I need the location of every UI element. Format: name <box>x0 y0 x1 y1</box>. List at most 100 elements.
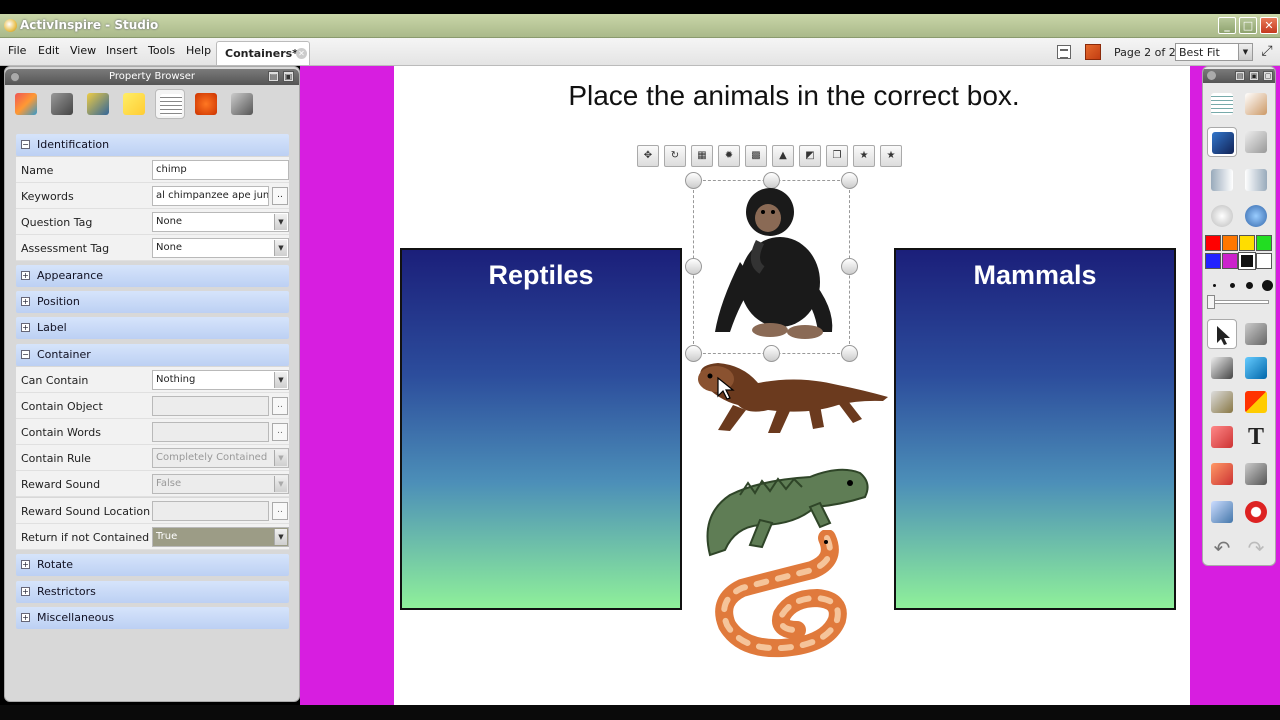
page-browser-tab[interactable] <box>11 89 41 119</box>
section-container[interactable]: − Container <box>16 344 289 366</box>
reset-page-tool[interactable] <box>1241 497 1271 527</box>
color-swatch-orange[interactable] <box>1222 235 1238 251</box>
notes-browser-tab[interactable] <box>119 89 149 119</box>
section-position[interactable]: + Position <box>16 291 289 313</box>
grid-icon[interactable]: ▦ <box>691 145 713 167</box>
menu-insert[interactable]: Insert <box>106 44 138 57</box>
resource-browser-tab[interactable] <box>47 89 77 119</box>
favourite-icon[interactable]: ★ <box>853 145 875 167</box>
page-list-icon[interactable] <box>1057 45 1071 59</box>
doc-tab-containers[interactable]: Containers* ✕ <box>216 41 310 65</box>
menu-edit[interactable]: Edit <box>38 44 59 57</box>
instruction-text[interactable]: Place the animals in the correct box. <box>494 80 1094 112</box>
can-contain-select[interactable]: Nothing ▼ <box>152 370 289 390</box>
voting-browser-tab[interactable] <box>227 89 257 119</box>
web-browser-tool[interactable] <box>1241 201 1271 231</box>
zoom-select[interactable]: Best Fit ▼ <box>1175 43 1253 61</box>
rotate-icon[interactable]: ↻ <box>664 145 686 167</box>
menu-view[interactable]: View <box>70 44 96 57</box>
pen-size-2[interactable] <box>1230 283 1235 288</box>
contain-object-browse-button[interactable]: .. <box>272 397 288 415</box>
object-browser-tab[interactable] <box>83 89 113 119</box>
mammals-container[interactable]: Mammals <box>894 248 1176 610</box>
color-swatch-purple[interactable] <box>1222 253 1238 269</box>
reward-sound-location-input[interactable] <box>152 501 269 521</box>
clear-tool[interactable] <box>1207 497 1237 527</box>
tab-close-icon[interactable]: ✕ <box>296 48 307 59</box>
panel-close-icon[interactable]: ▣ <box>283 71 294 82</box>
image-icon[interactable]: ▲ <box>772 145 794 167</box>
section-appearance[interactable]: + Appearance <box>16 265 289 287</box>
insert-media-tool[interactable] <box>1207 459 1237 489</box>
pen-size-4[interactable] <box>1262 280 1273 291</box>
color-swatch-black[interactable] <box>1238 252 1256 270</box>
magic-ink-tool[interactable] <box>1207 387 1237 417</box>
play-tool[interactable] <box>1207 201 1237 231</box>
panel-pin-icon[interactable]: ▤ <box>268 71 279 82</box>
color-swatch-blue[interactable] <box>1205 253 1221 269</box>
redo-tool[interactable]: ↷ <box>1241 533 1271 563</box>
user-profile-tool[interactable] <box>1241 89 1271 119</box>
slider-thumb[interactable] <box>1207 295 1215 309</box>
chimp-image[interactable] <box>700 182 850 347</box>
section-label[interactable]: + Label <box>16 317 289 339</box>
pen-tool[interactable] <box>1207 353 1237 383</box>
designer-mode-tool[interactable] <box>1207 127 1237 157</box>
keywords-input[interactable]: al chimpanzee ape jungle <box>152 186 269 206</box>
close-button[interactable]: ✕ <box>1260 17 1278 34</box>
property-browser-header[interactable]: Property Browser ▤ ▣ <box>5 69 299 85</box>
main-menu-tool[interactable] <box>1207 89 1237 119</box>
reward-sound-select[interactable]: False ▼ <box>152 474 289 494</box>
text-tool[interactable]: T <box>1241 422 1271 452</box>
previous-page-tool[interactable] <box>1207 165 1237 195</box>
name-input[interactable]: chimp <box>152 160 289 180</box>
section-miscellaneous[interactable]: + Miscellaneous <box>16 607 289 629</box>
tools-tool[interactable] <box>1241 319 1271 349</box>
contain-words-input[interactable] <box>152 422 269 442</box>
toolbox-menu-icon[interactable]: ▤ <box>1235 71 1245 81</box>
highlight-icon[interactable]: ✹ <box>718 145 740 167</box>
shape-tool[interactable] <box>1241 387 1271 417</box>
edit-image-icon[interactable]: ◩ <box>799 145 821 167</box>
reward-sound-browse-button[interactable]: .. <box>272 502 288 520</box>
layer-icon[interactable]: ▩ <box>745 145 767 167</box>
fullscreen-icon[interactable]: ⤢ <box>1258 43 1276 61</box>
menu-file[interactable]: File <box>8 44 26 57</box>
toolbox-header[interactable]: ▤ ▣ ▢ <box>1203 69 1275 83</box>
select-tool[interactable] <box>1207 319 1237 349</box>
highlighter-tool[interactable] <box>1241 353 1271 383</box>
color-swatch-yellow[interactable] <box>1239 235 1255 251</box>
toolbox-close-icon[interactable]: ▢ <box>1263 71 1273 81</box>
next-page-tool[interactable] <box>1241 165 1271 195</box>
contain-object-input[interactable] <box>152 396 269 416</box>
color-swatch-red[interactable] <box>1205 235 1221 251</box>
section-restrictors[interactable]: + Restrictors <box>16 581 289 603</box>
minimize-button[interactable]: _ <box>1218 17 1236 34</box>
browsers-tool[interactable] <box>1241 127 1271 157</box>
assessment-tag-select[interactable]: None ▼ <box>152 238 289 258</box>
question-tag-select[interactable]: None ▼ <box>152 212 289 232</box>
action-browser-tab[interactable] <box>191 89 221 119</box>
snake-image[interactable] <box>712 530 854 662</box>
pen-size-1[interactable] <box>1213 284 1216 287</box>
section-rotate[interactable]: + Rotate <box>16 554 289 576</box>
pen-size-3[interactable] <box>1246 282 1253 289</box>
keywords-browse-button[interactable]: .. <box>272 187 288 205</box>
move-icon[interactable]: ✥ <box>637 145 659 167</box>
undo-tool[interactable]: ↶ <box>1207 533 1237 563</box>
color-swatch-white[interactable] <box>1256 253 1272 269</box>
contain-words-browse-button[interactable]: .. <box>272 423 288 441</box>
duplicate-icon[interactable]: ❐ <box>826 145 848 167</box>
property-browser-tab[interactable] <box>155 89 185 119</box>
section-identification[interactable]: − Identification <box>16 134 289 156</box>
toolbox-dock-icon[interactable]: ▣ <box>1249 71 1259 81</box>
color-swatch-green[interactable] <box>1256 235 1272 251</box>
page-thumbnail-icon[interactable] <box>1085 44 1101 60</box>
reptiles-container[interactable]: Reptiles <box>400 248 682 610</box>
clip-tool[interactable] <box>1241 459 1271 489</box>
menu-help[interactable]: Help <box>186 44 211 57</box>
more-options-icon[interactable]: ★ <box>880 145 902 167</box>
maximize-button[interactable]: □ <box>1239 17 1257 34</box>
contain-rule-select[interactable]: Completely Contained ▼ <box>152 448 289 468</box>
pen-width-slider[interactable] <box>1211 300 1269 304</box>
